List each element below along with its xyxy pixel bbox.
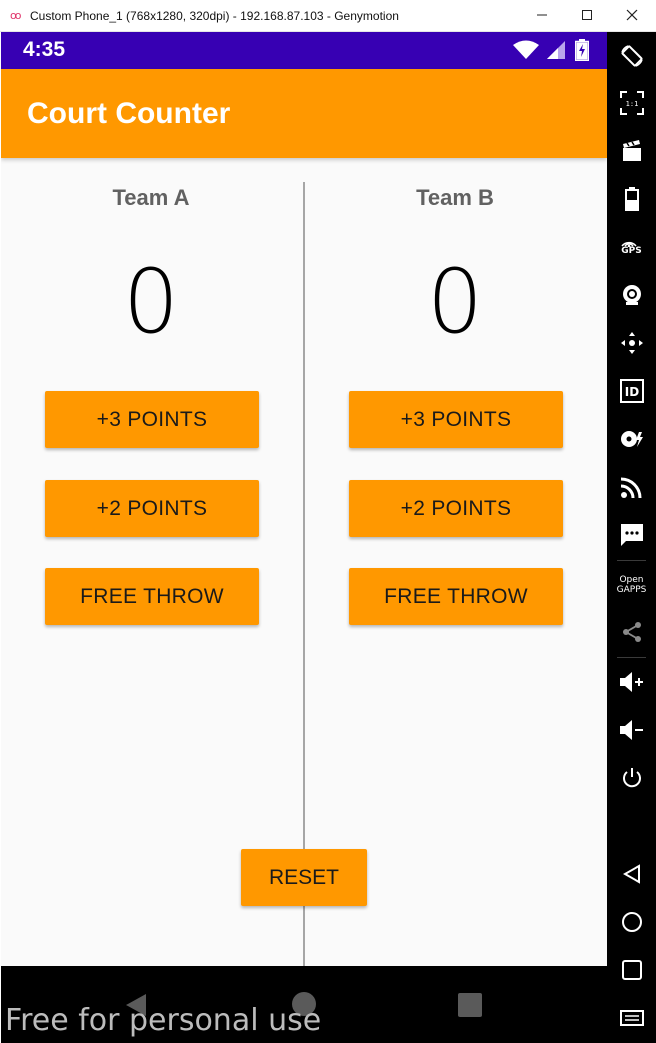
team-b-name: Team B	[416, 185, 494, 210]
team-a-free-throw-button[interactable]: FREE THROW	[45, 568, 259, 625]
svg-text:1:1: 1:1	[625, 100, 638, 108]
team-a-plus2-button[interactable]: +2 POINTS	[45, 480, 259, 537]
back-icon	[622, 864, 640, 884]
battery-button[interactable]	[607, 177, 656, 221]
team-b-score: 0	[427, 250, 483, 353]
power-button[interactable]	[607, 756, 656, 800]
app-title: Court Counter	[27, 97, 231, 130]
team-a-name: Team A	[112, 185, 190, 210]
disk-io-button[interactable]	[607, 417, 656, 461]
team-b-free-throw-button[interactable]: FREE THROW	[349, 568, 563, 625]
svg-text:ID: ID	[624, 385, 638, 399]
volume-up-button[interactable]	[607, 660, 656, 704]
team-a-plus3-button[interactable]: +3 POINTS	[45, 391, 259, 448]
disk-io-icon	[620, 431, 643, 447]
toolbar-separator	[617, 657, 646, 658]
pixel-perfect-button[interactable]: 1:1	[607, 81, 656, 125]
webcam-button[interactable]	[607, 273, 656, 317]
sms-icon	[620, 524, 643, 546]
gps-icon: GPS	[621, 239, 642, 256]
toolbar-separator	[617, 560, 646, 561]
rotate-icon	[620, 45, 643, 67]
maximize-button[interactable]	[564, 0, 610, 31]
network-icon	[620, 477, 641, 498]
recents-icon[interactable]	[458, 993, 482, 1017]
genymotion-logo-icon: oo	[10, 9, 22, 22]
rotate-button[interactable]	[607, 34, 656, 78]
home-icon	[621, 912, 642, 932]
toolbar-menu-button[interactable]	[607, 996, 656, 1040]
toolbar-back-button[interactable]	[607, 852, 656, 896]
network-button[interactable]	[607, 465, 656, 509]
device-id-button[interactable]: ID	[607, 369, 656, 413]
device-id-icon: ID	[619, 379, 644, 403]
recents-icon	[621, 960, 642, 980]
dpad-icon	[620, 332, 643, 354]
volume-up-icon	[619, 672, 643, 692]
sms-button[interactable]	[607, 513, 656, 557]
volume-down-button[interactable]	[607, 708, 656, 752]
maximize-icon	[582, 10, 592, 20]
signal-icon	[546, 41, 565, 59]
status-bar: 4:35	[1, 32, 607, 69]
screencast-icon	[622, 140, 641, 161]
toolbar-recents-button[interactable]	[607, 948, 656, 992]
webcam-icon	[622, 285, 641, 305]
phone-screen: 4:35 Court Counter Team A 0 +3 POINTS +2…	[1, 32, 607, 1043]
battery-icon	[624, 187, 639, 211]
power-icon	[622, 768, 641, 788]
reset-button[interactable]: RESET	[241, 849, 367, 906]
app-bar: Court Counter	[1, 69, 607, 158]
gps-label: GPS	[621, 245, 642, 256]
screencast-button[interactable]	[607, 129, 656, 173]
status-time: 4:35	[23, 38, 66, 61]
minimize-button[interactable]	[519, 0, 565, 31]
pixel-perfect-icon: 1:1	[619, 91, 644, 115]
gapps-label-gapps: GAPPS	[616, 585, 647, 595]
share-button[interactable]	[607, 610, 656, 654]
minimize-icon	[537, 14, 547, 16]
team-b-plus2-button[interactable]: +2 POINTS	[349, 480, 563, 537]
share-icon	[622, 622, 641, 642]
window-title: Custom Phone_1 (768x1280, 320dpi) - 192.…	[30, 9, 399, 23]
menu-icon	[619, 1010, 644, 1026]
team-b-plus3-button[interactable]: +3 POINTS	[349, 391, 563, 448]
close-icon	[626, 9, 638, 21]
open-gapps-button[interactable]: Open GAPPS	[607, 563, 656, 607]
battery-charging-icon	[575, 39, 589, 61]
dpad-button[interactable]	[607, 321, 656, 365]
close-button[interactable]	[609, 0, 655, 31]
volume-down-icon	[619, 720, 643, 740]
open-gapps-icon: Open GAPPS	[617, 575, 647, 595]
window-titlebar: oo Custom Phone_1 (768x1280, 320dpi) - 1…	[0, 0, 656, 32]
gps-button[interactable]: GPS	[607, 225, 656, 269]
toolbar-home-button[interactable]	[607, 900, 656, 944]
team-a-score: 0	[123, 250, 179, 353]
gapps-label-open: Open	[619, 575, 644, 585]
wifi-icon	[513, 40, 540, 59]
watermark-text: Free for personal use	[5, 1003, 322, 1038]
status-icons	[513, 39, 589, 61]
genymotion-toolbar: 1:1 GPS ID Open GAPPS	[607, 32, 656, 1043]
